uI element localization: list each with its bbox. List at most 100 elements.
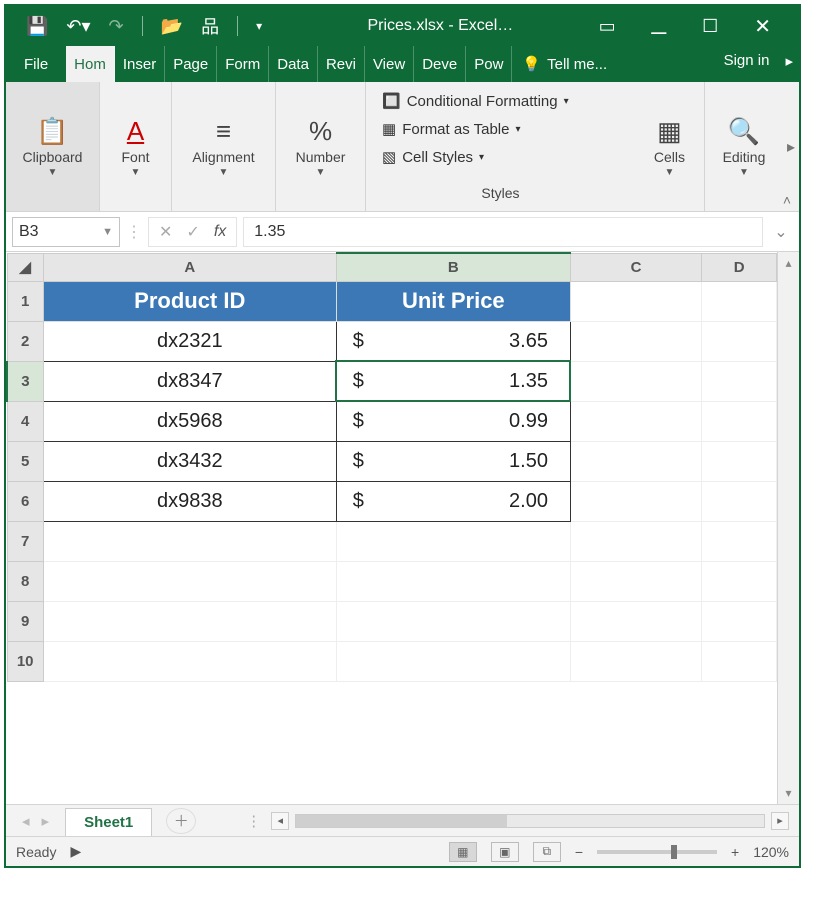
- tab-power[interactable]: Pow: [466, 46, 512, 82]
- add-sheet-button[interactable]: ＋: [166, 808, 196, 834]
- select-all-corner[interactable]: ◢: [7, 253, 43, 281]
- cell-C4[interactable]: [570, 401, 701, 441]
- scroll-up-icon[interactable]: ▴: [785, 256, 791, 270]
- enter-icon[interactable]: ✓: [186, 222, 199, 242]
- zoom-level[interactable]: 120%: [753, 844, 789, 860]
- tab-page-layout[interactable]: Page: [165, 46, 217, 82]
- ribbon-overflow-icon[interactable]: ▸: [783, 137, 799, 157]
- cell-B3[interactable]: $1.35: [336, 361, 570, 401]
- cell-A7[interactable]: [43, 521, 336, 561]
- row-header-5[interactable]: 5: [7, 441, 43, 481]
- close-icon[interactable]: ✕: [754, 14, 771, 39]
- cell-B6[interactable]: $2.00: [336, 481, 570, 521]
- group-cells[interactable]: ▦ Cells ▼: [635, 82, 705, 211]
- horizontal-scrollbar[interactable]: ◂ ▸: [261, 812, 799, 830]
- col-header-D[interactable]: D: [702, 253, 777, 281]
- zoom-thumb[interactable]: [671, 845, 677, 859]
- redo-icon[interactable]: ↷: [109, 16, 124, 37]
- row-header-2[interactable]: 2: [7, 321, 43, 361]
- cell-A9[interactable]: [43, 601, 336, 641]
- group-alignment[interactable]: ≡ Alignment ▼: [172, 82, 276, 211]
- tab-view[interactable]: View: [365, 46, 414, 82]
- cell-A1[interactable]: Product ID: [43, 281, 336, 321]
- tab-formulas[interactable]: Form: [217, 46, 269, 82]
- view-page-break-icon[interactable]: ⧉: [533, 842, 561, 862]
- cell-D6[interactable]: [702, 481, 777, 521]
- view-page-layout-icon[interactable]: ▣: [491, 842, 519, 862]
- grid[interactable]: ◢ABCD1Product IDUnit Price2dx2321$3.653d…: [6, 252, 777, 804]
- collapse-ribbon-icon[interactable]: ˄: [783, 192, 791, 208]
- cell-C7[interactable]: [570, 521, 701, 561]
- cell-A10[interactable]: [43, 641, 336, 681]
- row-header-3[interactable]: 3: [7, 361, 43, 401]
- tab-data[interactable]: Data: [269, 46, 318, 82]
- group-font[interactable]: A Font ▼: [100, 82, 172, 211]
- group-number[interactable]: % Number ▼: [276, 82, 366, 211]
- cell-C6[interactable]: [570, 481, 701, 521]
- col-header-B[interactable]: B: [336, 253, 570, 281]
- cell-C1[interactable]: [570, 281, 701, 321]
- hscroll-right-icon[interactable]: ▸: [771, 812, 789, 830]
- sheet-tab-active[interactable]: Sheet1: [65, 808, 152, 836]
- cancel-icon[interactable]: ✕: [159, 222, 172, 242]
- sheet-next-icon[interactable]: ▸: [42, 812, 50, 830]
- row-header-1[interactable]: 1: [7, 281, 43, 321]
- minimize-icon[interactable]: _: [652, 5, 666, 36]
- row-header-8[interactable]: 8: [7, 561, 43, 601]
- cell-B5[interactable]: $1.50: [336, 441, 570, 481]
- cell-B4[interactable]: $0.99: [336, 401, 570, 441]
- hscroll-track[interactable]: [295, 814, 765, 828]
- cell-D9[interactable]: [702, 601, 777, 641]
- cell-D1[interactable]: [702, 281, 777, 321]
- cell-A4[interactable]: dx5968: [43, 401, 336, 441]
- cell-D7[interactable]: [702, 521, 777, 561]
- hscroll-thumb[interactable]: [296, 815, 506, 827]
- row-header-4[interactable]: 4: [7, 401, 43, 441]
- cell-D10[interactable]: [702, 641, 777, 681]
- cell-D2[interactable]: [702, 321, 777, 361]
- ribbon-display-icon[interactable]: ▭: [599, 16, 616, 37]
- tab-file[interactable]: File: [6, 46, 66, 82]
- cell-C5[interactable]: [570, 441, 701, 481]
- zoom-in-icon[interactable]: +: [731, 844, 739, 860]
- cell-D8[interactable]: [702, 561, 777, 601]
- col-header-A[interactable]: A: [43, 253, 336, 281]
- cell-B1[interactable]: Unit Price: [336, 281, 570, 321]
- tab-developer[interactable]: Deve: [414, 46, 466, 82]
- hscroll-left-icon[interactable]: ◂: [271, 812, 289, 830]
- formula-input[interactable]: 1.35: [243, 217, 763, 247]
- cell-styles-button[interactable]: ▧ Cell Styles ▾: [382, 148, 619, 166]
- row-header-7[interactable]: 7: [7, 521, 43, 561]
- conditional-formatting-button[interactable]: 🔲 Conditional Formatting ▾: [382, 92, 619, 110]
- sheet-prev-icon[interactable]: ◂: [22, 812, 30, 830]
- cell-B9[interactable]: [336, 601, 570, 641]
- save-icon[interactable]: 💾: [26, 16, 48, 37]
- cell-C3[interactable]: [570, 361, 701, 401]
- cell-D5[interactable]: [702, 441, 777, 481]
- open-icon[interactable]: 📂: [161, 16, 183, 37]
- macro-record-icon[interactable]: ▶: [70, 843, 81, 860]
- tab-home[interactable]: Hom: [66, 46, 115, 82]
- cell-C2[interactable]: [570, 321, 701, 361]
- name-box-handle-icon[interactable]: ⋮: [126, 222, 142, 242]
- qat-customize-icon[interactable]: ▾: [256, 19, 262, 33]
- maximize-icon[interactable]: ☐: [702, 16, 718, 37]
- tabs-scroll-right-icon[interactable]: ▸: [779, 46, 799, 82]
- name-box[interactable]: B3 ▼: [12, 217, 120, 247]
- hierarchy-icon[interactable]: 品: [201, 13, 219, 39]
- row-header-6[interactable]: 6: [7, 481, 43, 521]
- col-header-C[interactable]: C: [570, 253, 701, 281]
- cell-A6[interactable]: dx9838: [43, 481, 336, 521]
- formula-expand-icon[interactable]: ⌄: [769, 222, 793, 242]
- zoom-slider[interactable]: [597, 850, 717, 854]
- format-as-table-button[interactable]: ▦ Format as Table ▾: [382, 120, 619, 138]
- cell-B10[interactable]: [336, 641, 570, 681]
- vertical-scrollbar[interactable]: ▴ ▾: [777, 252, 799, 804]
- cell-D3[interactable]: [702, 361, 777, 401]
- undo-icon[interactable]: ↶▾: [66, 16, 90, 37]
- tab-insert[interactable]: Inser: [115, 46, 165, 82]
- sign-in[interactable]: Sign in: [714, 46, 780, 82]
- tab-review[interactable]: Revi: [318, 46, 365, 82]
- fx-icon[interactable]: fx: [214, 223, 226, 241]
- scroll-down-icon[interactable]: ▾: [785, 786, 791, 800]
